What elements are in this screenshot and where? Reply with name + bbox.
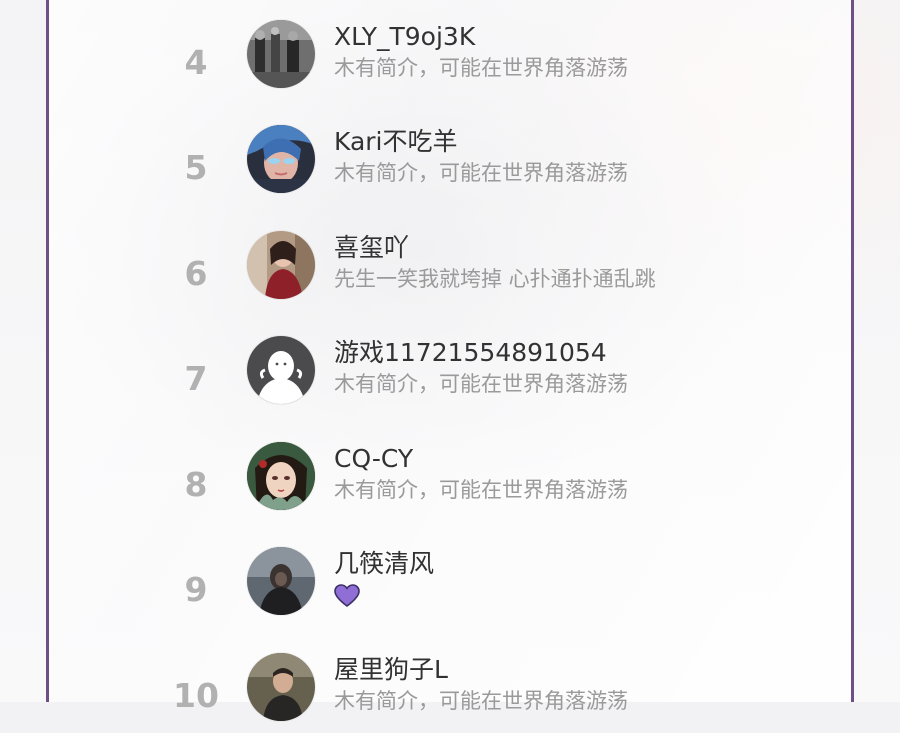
ranking-row[interactable]: 4 XLY_T9oj3K 木有简介，可能在世界角落游荡 [49, 20, 851, 100]
rank-number: 10 [173, 676, 219, 715]
user-bio: 木有简介，可能在世界角落游荡 [334, 478, 628, 502]
user-bio: 木有简介，可能在世界角落游荡 [334, 161, 628, 185]
user-bio: 先生一笑我就垮掉 心扑通扑通乱跳 [334, 267, 656, 291]
dark-portrait-avatar[interactable] [247, 547, 315, 615]
man-portrait-avatar[interactable] [247, 653, 315, 721]
blue-hair-girl-avatar[interactable] [247, 125, 315, 193]
user-name[interactable]: XLY_T9oj3K [334, 22, 475, 52]
ranking-row[interactable]: 9 几筷清风 [49, 547, 851, 627]
purple-heart-icon [334, 583, 360, 609]
grayscale-photo-avatar[interactable] [247, 20, 315, 88]
ranking-row[interactable]: 7 游戏11721554891054 木有简介，可能在世界角落游荡 [49, 336, 851, 416]
ranking-row[interactable]: 5 Kari不吃羊 木有简介，可能在世界角落游荡 [49, 125, 851, 205]
user-bio: 木有简介，可能在世界角落游荡 [334, 372, 628, 396]
user-name[interactable]: 游戏11721554891054 [334, 338, 607, 368]
user-bio: 木有简介，可能在世界角落游荡 [334, 689, 628, 713]
red-dress-girl-avatar[interactable] [247, 231, 315, 299]
ranking-list: 4 XLY_T9oj3K 木有简介，可能在世界角落游荡 5 Kari不吃羊 木有… [49, 0, 851, 721]
user-name[interactable]: Kari不吃羊 [334, 127, 458, 157]
rank-number: 8 [184, 465, 208, 504]
user-name[interactable]: CQ-CY [334, 444, 413, 474]
anime-girl-avatar[interactable] [247, 442, 315, 510]
rank-number: 5 [184, 148, 208, 187]
rank-number: 7 [184, 359, 208, 398]
ranking-row[interactable]: 6 喜玺吖 先生一笑我就垮掉 心扑通扑通乱跳 [49, 231, 851, 311]
right-frame-line [851, 0, 854, 702]
ranking-row[interactable]: 10 屋里狗子L 木有简介，可能在世界角落游荡 [49, 653, 851, 733]
ranking-row[interactable]: 8 CQ-CY 木有简介，可能在世界角落游荡 [49, 442, 851, 522]
rank-number: 9 [184, 570, 208, 609]
user-name[interactable]: 几筷清风 [334, 549, 434, 579]
default-user-avatar[interactable] [247, 336, 315, 404]
user-name[interactable]: 屋里狗子L [334, 655, 448, 685]
user-name[interactable]: 喜玺吖 [334, 233, 409, 263]
rank-number: 4 [184, 43, 208, 82]
rank-number: 6 [184, 254, 208, 293]
user-bio: 木有简介，可能在世界角落游荡 [334, 56, 628, 80]
